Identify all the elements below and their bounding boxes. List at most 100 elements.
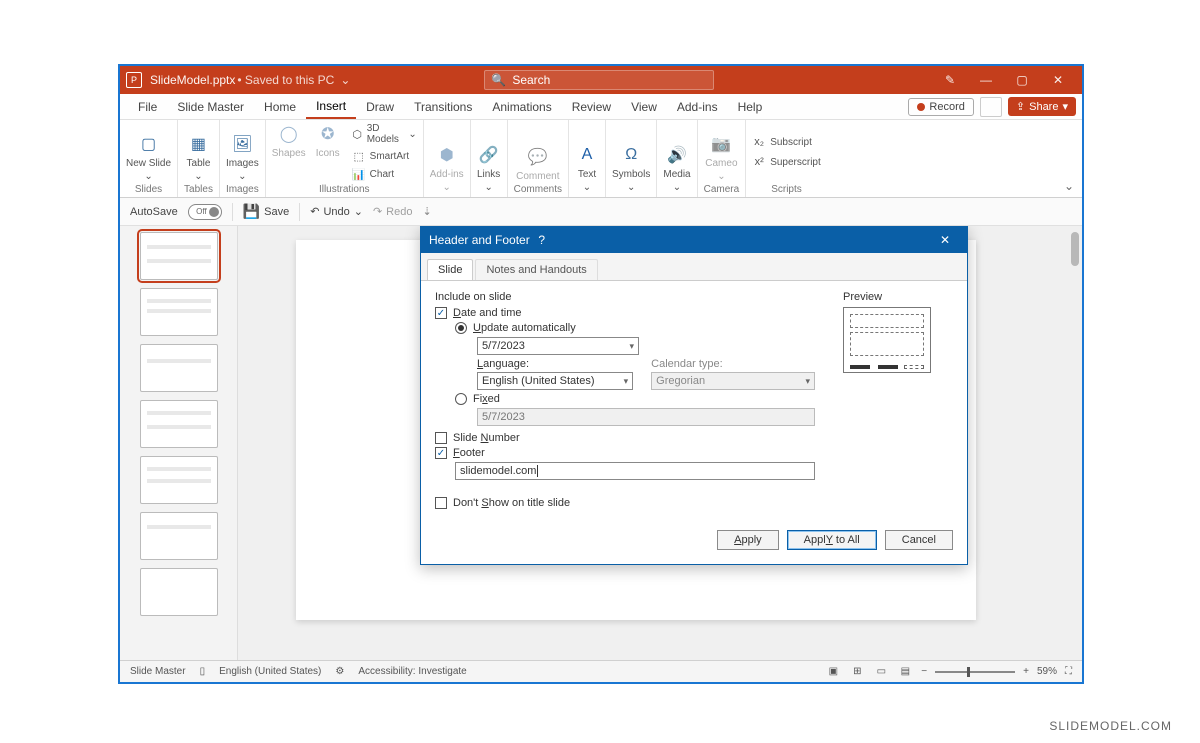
save-button[interactable]: 💾Save xyxy=(243,203,290,220)
comment-button[interactable]: 💬Comment xyxy=(516,145,559,182)
cancel-button[interactable]: Cancel xyxy=(885,530,953,550)
thumbnail-7[interactable] xyxy=(140,568,218,616)
thumbnail-3[interactable] xyxy=(140,344,218,392)
footer-checkbox[interactable]: ✓ xyxy=(435,447,447,459)
zoom-level[interactable]: 59% xyxy=(1037,666,1057,677)
fixed-radio[interactable] xyxy=(455,393,467,405)
ribbon-group-symbols: ΩSymbols⌄ xyxy=(606,120,657,197)
addins-button[interactable]: ⬢Add-ins⌄ xyxy=(430,143,464,193)
autosave-toggle[interactable]: Off xyxy=(188,204,222,220)
calendar-type-select: Gregorian▾ xyxy=(651,372,815,390)
header-footer-dialog: Header and Footer ? ✕ Slide Notes and Ha… xyxy=(420,226,968,565)
close-button[interactable]: ✕ xyxy=(1040,73,1076,87)
speaker-icon: 🔊 xyxy=(665,143,689,167)
apply-button[interactable]: Apply xyxy=(717,530,779,550)
reading-view-button[interactable]: ▭ xyxy=(873,665,889,679)
status-accessibility[interactable]: Accessibility: Investigate xyxy=(358,666,466,677)
menu-slide-master[interactable]: Slide Master xyxy=(167,94,254,119)
slidenum-checkbox[interactable] xyxy=(435,432,447,444)
superscript-button[interactable]: x²Superscript xyxy=(752,154,821,170)
zoom-in-button[interactable]: + xyxy=(1023,666,1029,677)
footer-input[interactable]: slidemodel.com xyxy=(455,462,815,480)
status-language[interactable]: English (United States) xyxy=(219,666,321,677)
thumbnail-2[interactable] xyxy=(140,288,218,336)
footer-row: ✓ Footer xyxy=(435,447,815,459)
footer-label: Footer xyxy=(453,447,485,459)
ribbon-group-comments: 💬Comment Comments xyxy=(508,120,569,197)
smartart-button[interactable]: ⬚SmartArt xyxy=(352,148,417,164)
title-chevron-icon[interactable]: ⌄ xyxy=(340,73,350,87)
links-button[interactable]: 🔗Links⌄ xyxy=(477,143,501,193)
menu-draw[interactable]: Draw xyxy=(356,94,404,119)
menu-add-ins[interactable]: Add-ins xyxy=(667,94,728,119)
normal-view-button[interactable]: ▣ xyxy=(825,665,841,679)
minimize-button[interactable]: ― xyxy=(968,73,1004,87)
ribbon-group-links: 🔗Links⌄ xyxy=(471,120,508,197)
apply-all-button[interactable]: ApplY to All xyxy=(787,530,877,550)
scrollbar-thumb[interactable] xyxy=(1071,232,1079,266)
dialog-close-button[interactable]: ✕ xyxy=(931,233,959,247)
models-button[interactable]: ⬡3D Models ⌄ xyxy=(352,122,417,146)
subscript-button[interactable]: x₂Subscript xyxy=(752,134,812,150)
redo-button[interactable]: ↷Redo xyxy=(373,205,413,218)
menu-animations[interactable]: Animations xyxy=(482,94,561,119)
menu-view[interactable]: View xyxy=(621,94,667,119)
text-button[interactable]: AText⌄ xyxy=(575,143,599,193)
undo-button[interactable]: ↶Undo ⌄ xyxy=(310,205,363,218)
superscript-icon: x² xyxy=(752,155,766,169)
chevron-down-icon: ⌄ xyxy=(408,129,416,140)
thumbnail-5[interactable] xyxy=(140,456,218,504)
icons-button[interactable]: ✪Icons xyxy=(316,122,340,159)
zoom-out-button[interactable]: − xyxy=(921,666,927,677)
table-icon: ▦ xyxy=(186,132,210,156)
ribbon-group-scripts: x₂Subscript x²Superscript Scripts xyxy=(746,120,827,197)
chart-button[interactable]: 📊Chart xyxy=(352,166,417,182)
sorter-view-button[interactable]: ⊞ xyxy=(849,665,865,679)
menu-review[interactable]: Review xyxy=(562,94,621,119)
qat-more-icon[interactable]: ⇣ xyxy=(422,205,431,218)
menu-insert[interactable]: Insert xyxy=(306,94,356,119)
record-button[interactable]: Record xyxy=(908,98,973,116)
ribbon-group-addins: ⬢Add-ins⌄ xyxy=(424,120,471,197)
dialog-buttons: Apply ApplY to All Cancel xyxy=(421,520,967,564)
ribbon-expand-icon[interactable]: ⌄ xyxy=(1056,175,1082,197)
record-label: Record xyxy=(929,101,964,113)
new-slide-button[interactable]: ▢New Slide⌄ xyxy=(126,132,171,182)
slideshow-view-button[interactable]: ▤ xyxy=(897,665,913,679)
menu-file[interactable]: File xyxy=(128,94,167,119)
notes-icon[interactable]: ▯ xyxy=(200,666,206,677)
menu-help[interactable]: Help xyxy=(728,94,773,119)
table-button[interactable]: ▦Table⌄ xyxy=(186,132,210,182)
symbols-button[interactable]: ΩSymbols⌄ xyxy=(612,143,650,193)
slider-knob[interactable] xyxy=(967,667,970,677)
maximize-button[interactable]: ▢ xyxy=(1004,73,1040,87)
thumbnail-6[interactable] xyxy=(140,512,218,560)
shapes-button[interactable]: ◯Shapes xyxy=(272,122,306,159)
record-dot-icon xyxy=(917,103,925,111)
cameo-button[interactable]: 📷Cameo⌄ xyxy=(705,132,737,182)
share-button[interactable]: ⇪Share▾ xyxy=(1008,97,1076,116)
media-button[interactable]: 🔊Media⌄ xyxy=(663,143,690,193)
ribbon: ▢New Slide⌄ Slides ▦Table⌄ Tables 🖼Image… xyxy=(120,120,1082,198)
tab-notes-handouts[interactable]: Notes and Handouts xyxy=(475,259,597,280)
zoom-slider[interactable] xyxy=(935,671,1015,673)
dontshow-checkbox[interactable] xyxy=(435,497,447,509)
datetime-checkbox[interactable]: ✓ xyxy=(435,307,447,319)
update-auto-radio[interactable] xyxy=(455,322,467,334)
date-format-select[interactable]: 5/7/2023▾ xyxy=(477,337,639,355)
pen-icon[interactable]: ✎ xyxy=(932,73,968,87)
fit-window-button[interactable]: ⛶ xyxy=(1065,666,1072,677)
language-select[interactable]: English (United States)▾ xyxy=(477,372,633,390)
share-label: Share xyxy=(1029,101,1058,113)
thumbnail-1[interactable] xyxy=(140,232,218,280)
calendar-type-label: Calendar type: xyxy=(651,358,815,370)
tab-slide[interactable]: Slide xyxy=(427,259,473,280)
present-button[interactable] xyxy=(980,97,1002,117)
dialog-help-button[interactable]: ? xyxy=(530,233,554,247)
menu-transitions[interactable]: Transitions xyxy=(404,94,482,119)
search-input[interactable]: 🔍 Search xyxy=(484,70,714,90)
images-button[interactable]: 🖼Images⌄ xyxy=(226,132,259,182)
thumbnail-4[interactable] xyxy=(140,400,218,448)
menu-home[interactable]: Home xyxy=(254,94,306,119)
vertical-scrollbar[interactable] xyxy=(1070,228,1080,658)
